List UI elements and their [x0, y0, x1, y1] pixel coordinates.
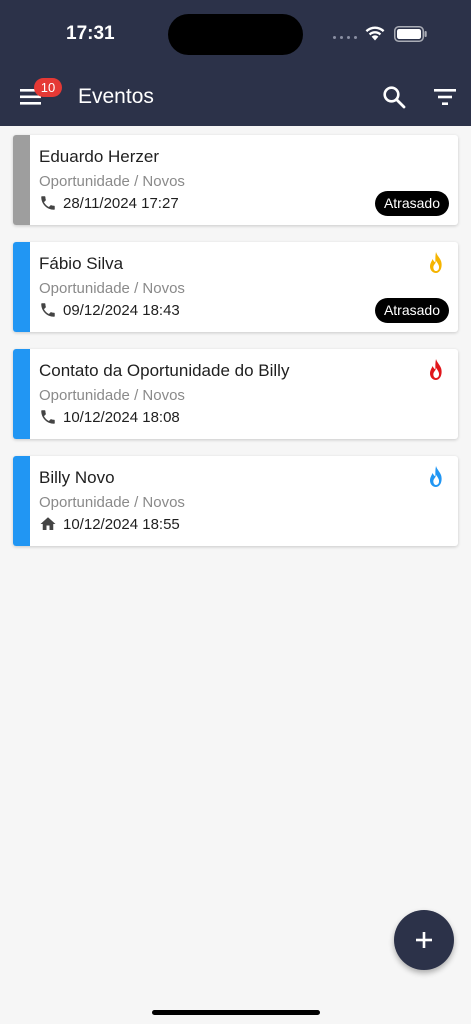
event-card[interactable]: Billy Novo Oportunidade / Novos 10/12/20…: [13, 456, 458, 546]
plus-icon: [416, 932, 432, 948]
event-name: Billy Novo: [39, 468, 115, 487]
status-badge: Atrasado: [374, 191, 449, 216]
event-name: Contato da Oportunidade do Billy: [39, 361, 290, 380]
event-datetime: 10/12/2024 18:55: [63, 515, 180, 533]
event-datetime: 10/12/2024 18:08: [63, 408, 180, 426]
phone-icon: [41, 196, 55, 210]
home-icon: [40, 517, 56, 530]
event-datetime-row: 10/12/2024 18:55: [39, 515, 180, 533]
battery-icon: [394, 26, 427, 42]
page-title: Eventos: [78, 85, 154, 108]
event-subtitle: Oportunidade / Novos: [39, 280, 185, 297]
wifi-icon: [365, 26, 385, 41]
status-time: 17:31: [66, 23, 115, 44]
event-datetime-row: 10/12/2024 18:08: [39, 408, 180, 426]
flame-icon: [429, 359, 442, 380]
event-datetime: 28/11/2024 17:27: [63, 194, 179, 212]
phone-icon: [41, 303, 55, 317]
event-subtitle: Oportunidade / Novos: [39, 494, 185, 511]
app-header: 17:31 10 Eventos: [0, 0, 471, 126]
event-datetime: 09/12/2024 18:43: [63, 301, 180, 319]
flame-icon: [429, 466, 442, 487]
card-stripe: [13, 456, 30, 546]
card-stripe: [13, 349, 30, 439]
event-card[interactable]: Fábio Silva Oportunidade / Novos 09/12/2…: [13, 242, 458, 332]
dynamic-island: [168, 14, 303, 55]
add-event-button[interactable]: [394, 910, 454, 970]
event-card[interactable]: Contato da Oportunidade do Billy Oportun…: [13, 349, 458, 439]
filter-icon[interactable]: [432, 86, 458, 108]
event-name: Fábio Silva: [39, 254, 124, 273]
event-subtitle: Oportunidade / Novos: [39, 387, 185, 404]
event-datetime-row: 09/12/2024 18:43: [39, 301, 180, 319]
event-name: Eduardo Herzer: [39, 147, 160, 166]
phone-icon: [41, 410, 55, 424]
event-card[interactable]: Eduardo Herzer Oportunidade / Novos 28/1…: [13, 135, 458, 225]
signal-icon: [333, 36, 357, 39]
flame-icon: [429, 252, 442, 273]
event-subtitle: Oportunidade / Novos: [39, 173, 185, 190]
search-icon[interactable]: [381, 84, 407, 110]
home-indicator: [152, 1010, 320, 1015]
notification-badge: 10: [34, 78, 62, 97]
card-stripe: [13, 242, 30, 332]
event-datetime-row: 28/11/2024 17:27: [39, 194, 179, 212]
card-stripe: [13, 135, 30, 225]
status-badge: Atrasado: [374, 298, 449, 323]
